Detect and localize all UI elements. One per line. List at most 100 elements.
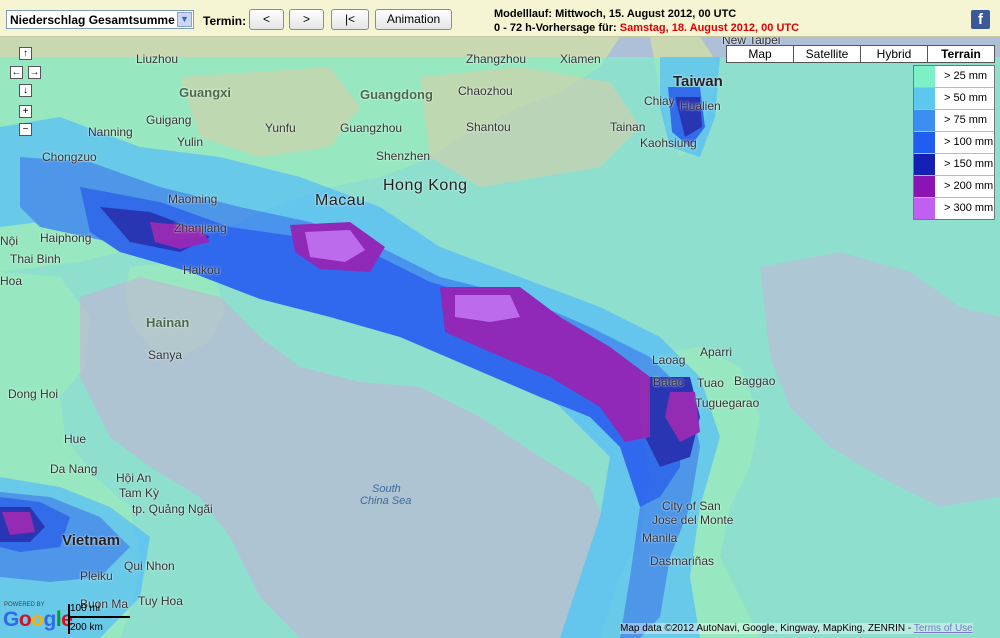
product-select-value: Niederschlag Gesamtsumme	[10, 13, 175, 27]
place-guangxi: Guangxi	[179, 85, 232, 100]
place-haikou: Haikou	[183, 263, 221, 277]
place-hualien: Hualien	[680, 99, 721, 113]
legend-swatch	[914, 88, 935, 109]
place-baggao: Baggao	[734, 374, 776, 388]
legend-swatch	[914, 66, 935, 87]
place-noi: Nội	[0, 234, 19, 248]
legend-label: > 100 mm	[944, 136, 994, 148]
facebook-icon[interactable]: f	[971, 10, 990, 29]
place-manila: Manila	[642, 531, 678, 545]
legend-row: > 100 mm	[914, 132, 994, 154]
sea-label-china-sea: China Sea	[360, 495, 412, 507]
place-tuyhoa: Tuy Hoa	[138, 594, 183, 608]
place-tamky: Tam Kỳ	[119, 486, 160, 500]
place-chiayi: Chiay	[644, 94, 675, 108]
place-quinhon: Qui Nhon	[124, 559, 175, 573]
place-kaohsiung: Kaohsiung	[640, 136, 697, 150]
legend-row: > 75 mm	[914, 110, 994, 132]
place-xiamen: Xiamen	[560, 52, 601, 66]
maptype-map-button[interactable]: Map	[726, 45, 794, 63]
termin-label: Termin:	[203, 14, 247, 28]
legend-label: > 50 mm	[944, 92, 988, 104]
legend-label: > 150 mm	[944, 158, 994, 170]
place-batac: Batac	[653, 375, 684, 389]
precipitation-legend: > 25 mm > 50 mm > 75 mm > 100 mm > 150 m…	[913, 65, 995, 220]
place-taiwan: Taiwan	[673, 73, 723, 90]
map-attribution: Map data ©2012 AutoNavi, Google, Kingway…	[620, 623, 973, 634]
scale-km: 200 km	[70, 622, 103, 633]
legend-swatch	[914, 132, 935, 153]
legend-row: > 300 mm	[914, 198, 994, 219]
legend-row: > 150 mm	[914, 154, 994, 176]
toolbar: Niederschlag Gesamtsumme ▼ Termin: < > |…	[0, 0, 1000, 37]
maptype-hybrid-button[interactable]: Hybrid	[860, 45, 928, 63]
first-button[interactable]: |<	[331, 9, 369, 30]
place-tuguegarao: Tuguegarao	[695, 396, 760, 410]
forecast-prefix: 0 - 72 h-Vorhersage für:	[494, 22, 617, 34]
place-vietnam: Vietnam	[62, 532, 121, 549]
product-select[interactable]: Niederschlag Gesamtsumme ▼	[6, 10, 194, 29]
attribution-text: Map data ©2012 AutoNavi, Google, Kingway…	[620, 623, 912, 634]
place-laoag: Laoag	[652, 353, 686, 367]
pan-up-icon[interactable]: ↑	[19, 47, 32, 60]
place-cityofsan: City of San	[662, 499, 721, 513]
place-tainan: Tainan	[610, 120, 646, 134]
place-pleiku: Pleiku	[80, 569, 113, 583]
place-chaozhou: Chaozhou	[458, 84, 513, 98]
place-yunfu: Yunfu	[265, 121, 296, 135]
place-sanya: Sanya	[148, 348, 183, 362]
place-thaibinh: Thai Binh	[10, 252, 61, 266]
place-guigang: Guigang	[146, 113, 192, 127]
place-shenzhen: Shenzhen	[376, 149, 431, 163]
pan-left-icon[interactable]: ←	[10, 66, 23, 79]
place-hongkong: Hong Kong	[383, 177, 468, 194]
maptype-terrain-button[interactable]: Terrain	[927, 45, 995, 63]
legend-label: > 300 mm	[944, 202, 994, 214]
legend-swatch	[914, 154, 935, 175]
place-chongzuo: Chongzuo	[42, 150, 97, 164]
legend-swatch	[914, 110, 935, 131]
place-hoian: Hội An	[116, 471, 152, 485]
place-guangzhou: Guangzhou	[340, 121, 403, 135]
pan-down-icon[interactable]: ↓	[19, 84, 32, 97]
google-logo[interactable]: Google	[3, 608, 73, 632]
next-button[interactable]: >	[289, 9, 324, 30]
forecast-text: 0 - 72 h-Vorhersage für: Samstag, 18. Au…	[494, 22, 799, 34]
scale-miles: 100 mi	[70, 603, 101, 614]
legend-label: > 25 mm	[944, 70, 988, 82]
prev-button[interactable]: <	[249, 9, 284, 30]
legend-swatch	[914, 176, 935, 197]
place-nanning: Nanning	[88, 125, 133, 139]
place-liuzhou: Liuzhou	[136, 52, 179, 66]
maptype-satellite-button[interactable]: Satellite	[793, 45, 861, 63]
place-hue: Hue	[64, 432, 87, 446]
legend-row: > 25 mm	[914, 66, 994, 88]
map[interactable]: Liuzhou Guangxi Guigang Yulin Nanning Ch…	[0, 37, 1000, 638]
place-tuao: Tuao	[697, 376, 724, 390]
place-maoming: Maoming	[168, 192, 218, 206]
place-dasmarinas: Dasmariñas	[650, 554, 715, 568]
place-zhanjiang: Zhanjiang	[174, 221, 227, 235]
place-shantou: Shantou	[466, 120, 511, 134]
zoom-in-icon[interactable]: +	[19, 105, 32, 118]
zoom-out-icon[interactable]: −	[19, 123, 32, 136]
terms-of-use-link[interactable]: Terms of Use	[914, 623, 973, 634]
model-run-text: Modelllauf: Mittwoch, 15. August 2012, 0…	[494, 8, 737, 20]
legend-label: > 75 mm	[944, 114, 988, 126]
place-donghoi: Dong Hoi	[8, 387, 59, 401]
place-zhangzhou: Zhangzhou	[466, 52, 527, 66]
place-hainan: Hainan	[146, 315, 190, 330]
place-aparri: Aparri	[700, 345, 733, 359]
animation-button[interactable]: Animation	[375, 9, 452, 30]
place-josedelmonte: Jose del Monte	[652, 513, 734, 527]
legend-row: > 200 mm	[914, 176, 994, 198]
legend-swatch	[914, 198, 935, 219]
sea-label-south: South	[372, 483, 401, 495]
scale-line	[70, 616, 130, 618]
pan-right-icon[interactable]: →	[28, 66, 41, 79]
place-quangngai: tp. Quảng Ngãi	[132, 502, 213, 516]
place-hoa: Hoa	[0, 274, 23, 288]
chevron-down-icon[interactable]: ▼	[177, 12, 192, 27]
place-yulin: Yulin	[177, 135, 204, 149]
legend-row: > 50 mm	[914, 88, 994, 110]
